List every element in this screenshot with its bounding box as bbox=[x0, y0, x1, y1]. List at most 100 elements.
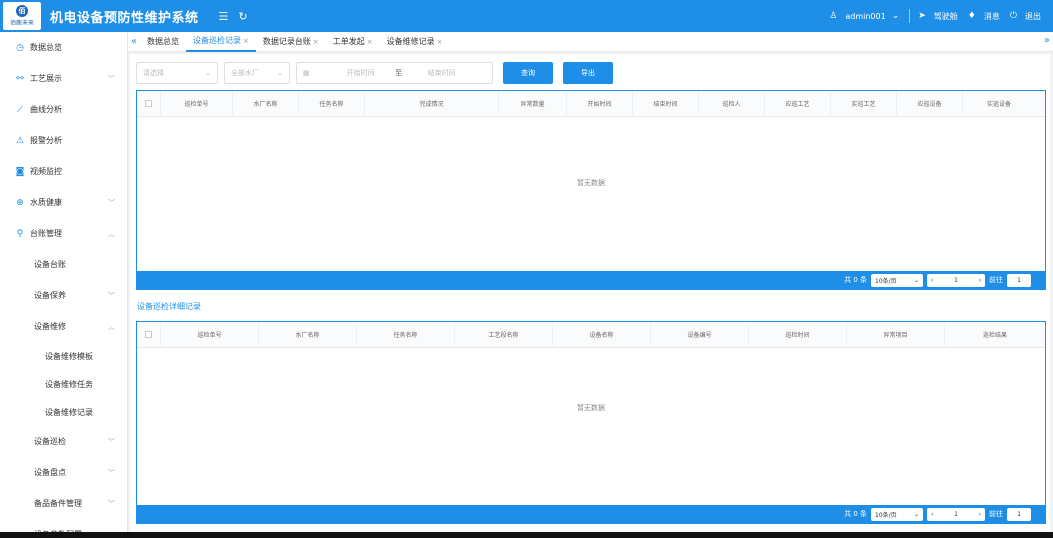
sidebar-item-maintenance[interactable]: 设备保养 ﹀ bbox=[0, 280, 127, 311]
wrench-icon: ⚲ bbox=[16, 228, 24, 239]
cockpit-link[interactable]: 驾驶舱 bbox=[934, 11, 958, 22]
column-header[interactable]: 设备编号 bbox=[651, 321, 749, 348]
select-all-checkbox[interactable] bbox=[145, 100, 152, 107]
select-all-checkbox[interactable] bbox=[145, 331, 152, 338]
sidebar-item-label: 设备维修记录 bbox=[45, 407, 93, 417]
close-icon[interactable]: × bbox=[437, 38, 443, 46]
close-icon[interactable]: × bbox=[313, 38, 319, 46]
sidebar-item-overview[interactable]: ◷ 数据总览 bbox=[0, 32, 127, 63]
sidebar-item-repair-task[interactable]: 设备维修任务 bbox=[0, 370, 127, 398]
chevron-down-icon: ﹀ bbox=[108, 437, 115, 446]
user-dropdown-chevron-icon[interactable]: ⌄ bbox=[892, 11, 900, 21]
column-header[interactable]: 开始时间 bbox=[567, 90, 633, 117]
chart-line-icon: ⟋ bbox=[16, 104, 24, 115]
messages-link[interactable]: 消息 bbox=[984, 11, 1000, 22]
table-header: 巡检单号 水厂名称 任务名称 完成情况 异常数量 开始时间 结束时间 巡检人 应… bbox=[137, 90, 1045, 117]
total-count: 共 0 条 bbox=[844, 276, 867, 284]
page-size-select[interactable]: 10条/页 ⌄ bbox=[871, 273, 923, 287]
water-plant-select[interactable]: 全部水厂 ⌄ bbox=[224, 62, 290, 84]
column-header[interactable]: 异常数量 bbox=[499, 90, 567, 117]
query-button[interactable]: 查询 bbox=[503, 62, 553, 84]
column-header[interactable]: 巡检人 bbox=[699, 90, 765, 117]
column-header[interactable]: 异常项目 bbox=[847, 321, 945, 348]
select-placeholder: 请选择 bbox=[143, 69, 164, 77]
tab-inspection-record[interactable]: 设备巡检记录 × bbox=[186, 32, 256, 52]
sidebar-item-label: 水质健康 bbox=[30, 198, 62, 207]
taskbar-strip bbox=[0, 532, 1053, 538]
logo-text: 佰鹿未来 bbox=[10, 19, 34, 26]
main-content: 请选择 ⌄ 全部水厂 ⌄ ▦ 开始时间 至 结束时间 查询 导出 巡检单号 水厂… bbox=[130, 54, 1050, 532]
column-header[interactable]: 设备名称 bbox=[553, 321, 651, 348]
column-header[interactable]: 巡检单号 bbox=[161, 321, 259, 348]
sidebar-item-video[interactable]: ◙ 视频监控 bbox=[0, 156, 127, 187]
dashboard-icon: ◷ bbox=[16, 42, 24, 53]
sidebar-item-repair-template[interactable]: 设备维修模板 bbox=[0, 342, 127, 370]
sidebar-item-stocktake[interactable]: 设备盘点 ﹀ bbox=[0, 457, 127, 488]
column-header[interactable]: 结束时间 bbox=[633, 90, 699, 117]
export-button[interactable]: 导出 bbox=[563, 62, 613, 84]
tabs-scroll-left-icon[interactable]: « bbox=[128, 36, 140, 47]
sidebar-item-equipment-ledger[interactable]: 设备台账 bbox=[0, 249, 127, 280]
column-header[interactable]: 任务名称 bbox=[299, 90, 365, 117]
column-header[interactable]: 应巡设备 bbox=[897, 90, 963, 117]
close-icon[interactable]: × bbox=[243, 37, 249, 45]
sidebar-item-curve-analysis[interactable]: ⟋ 曲线分析 bbox=[0, 94, 127, 125]
next-page-icon[interactable]: › bbox=[979, 511, 981, 518]
column-header[interactable]: 完成情况 bbox=[365, 90, 499, 117]
app-title: 机电设备预防性维护系统 bbox=[50, 10, 199, 26]
sidebar-item-label: 工艺展示 bbox=[30, 74, 62, 83]
sidebar-item-label: 备品备件管理 bbox=[34, 499, 82, 508]
goto-page-input[interactable]: 1 bbox=[1007, 273, 1031, 287]
select-placeholder: 全部水厂 bbox=[231, 69, 259, 77]
tab-bar: « 数据总览 设备巡检记录 × 数据记录台账 × 工单发起 × 设备维修记录 ×… bbox=[128, 32, 1053, 52]
sidebar-item-repair-record[interactable]: 设备维修记录 bbox=[0, 398, 127, 426]
date-range-picker[interactable]: ▦ 开始时间 至 结束时间 bbox=[296, 62, 493, 84]
sidebar-item-process[interactable]: ⚯ 工艺展示 ﹀ bbox=[0, 63, 127, 94]
sidebar-item-alarm-analysis[interactable]: ⚠ 报警分析 bbox=[0, 125, 127, 156]
column-header[interactable]: 实巡设备 bbox=[963, 91, 1035, 117]
page-size-select[interactable]: 10条/页 ⌄ bbox=[871, 507, 923, 521]
status-select[interactable]: 请选择 ⌄ bbox=[136, 62, 218, 84]
logout-link[interactable]: 退出 bbox=[1025, 11, 1041, 22]
tab-data-overview[interactable]: 数据总览 bbox=[140, 32, 186, 52]
current-page[interactable]: 1 bbox=[954, 511, 958, 518]
prev-page-icon[interactable]: ‹ bbox=[931, 277, 933, 284]
sidebar-item-repair[interactable]: 设备维修 ︿ bbox=[0, 311, 127, 342]
column-header[interactable]: 工艺段名称 bbox=[455, 321, 553, 348]
tab-repair-record[interactable]: 设备维修记录 × bbox=[380, 32, 450, 52]
sidebar-item-ledger[interactable]: ⚲ 台账管理 ︿ bbox=[0, 218, 127, 249]
water-quality-icon: ⊕ bbox=[16, 197, 24, 208]
start-time-input[interactable]: 开始时间 bbox=[332, 68, 390, 78]
header-divider bbox=[909, 9, 911, 23]
inspection-record-table: 巡检单号 水厂名称 任务名称 完成情况 异常数量 开始时间 结束时间 巡检人 应… bbox=[136, 90, 1046, 290]
pagination: 共 0 条 10条/页 ⌄ ‹ 1 › 前往 1 bbox=[137, 271, 1045, 289]
column-header[interactable]: 水厂名称 bbox=[233, 90, 299, 117]
column-header[interactable]: 巡检结果 bbox=[945, 322, 1045, 348]
sidebar-item-spare-parts[interactable]: 备品备件管理 ﹀ bbox=[0, 488, 127, 519]
tabs-scroll-right-icon[interactable]: » bbox=[1044, 35, 1050, 46]
sidebar-item-water-quality[interactable]: ⊕ 水质健康 ﹀ bbox=[0, 187, 127, 218]
sidebar-item-label: 设备盘点 bbox=[34, 468, 66, 477]
tab-data-record-ledger[interactable]: 数据记录台账 × bbox=[256, 32, 326, 52]
column-header[interactable]: 实巡工艺 bbox=[831, 90, 897, 117]
current-page[interactable]: 1 bbox=[954, 277, 958, 284]
goto-page-input[interactable]: 1 bbox=[1007, 507, 1031, 521]
next-page-icon[interactable]: › bbox=[979, 277, 981, 284]
refresh-icon[interactable]: ↻ bbox=[238, 10, 247, 23]
section-title: 设备巡检详细记录 bbox=[137, 302, 201, 311]
chevron-down-icon: ﹀ bbox=[108, 291, 115, 300]
menu-toggle-icon[interactable]: ☰ bbox=[219, 10, 229, 23]
column-header[interactable]: 任务名称 bbox=[357, 321, 455, 348]
column-header[interactable]: 巡检单号 bbox=[161, 90, 233, 117]
prev-page-icon[interactable]: ‹ bbox=[931, 511, 933, 518]
user-name[interactable]: admin001 bbox=[845, 12, 885, 21]
column-header[interactable]: 巡检时间 bbox=[749, 321, 847, 348]
sidebar-item-inspection[interactable]: 设备巡检 ﹀ bbox=[0, 426, 127, 457]
chevron-down-icon: ⌄ bbox=[913, 276, 919, 284]
column-header[interactable]: 应巡工艺 bbox=[765, 90, 831, 117]
chevron-down-icon: ⌄ bbox=[205, 69, 211, 77]
end-time-input[interactable]: 结束时间 bbox=[408, 68, 476, 78]
column-header[interactable]: 水厂名称 bbox=[259, 321, 357, 348]
tab-work-order[interactable]: 工单发起 × bbox=[326, 32, 380, 52]
close-icon[interactable]: × bbox=[367, 38, 373, 46]
